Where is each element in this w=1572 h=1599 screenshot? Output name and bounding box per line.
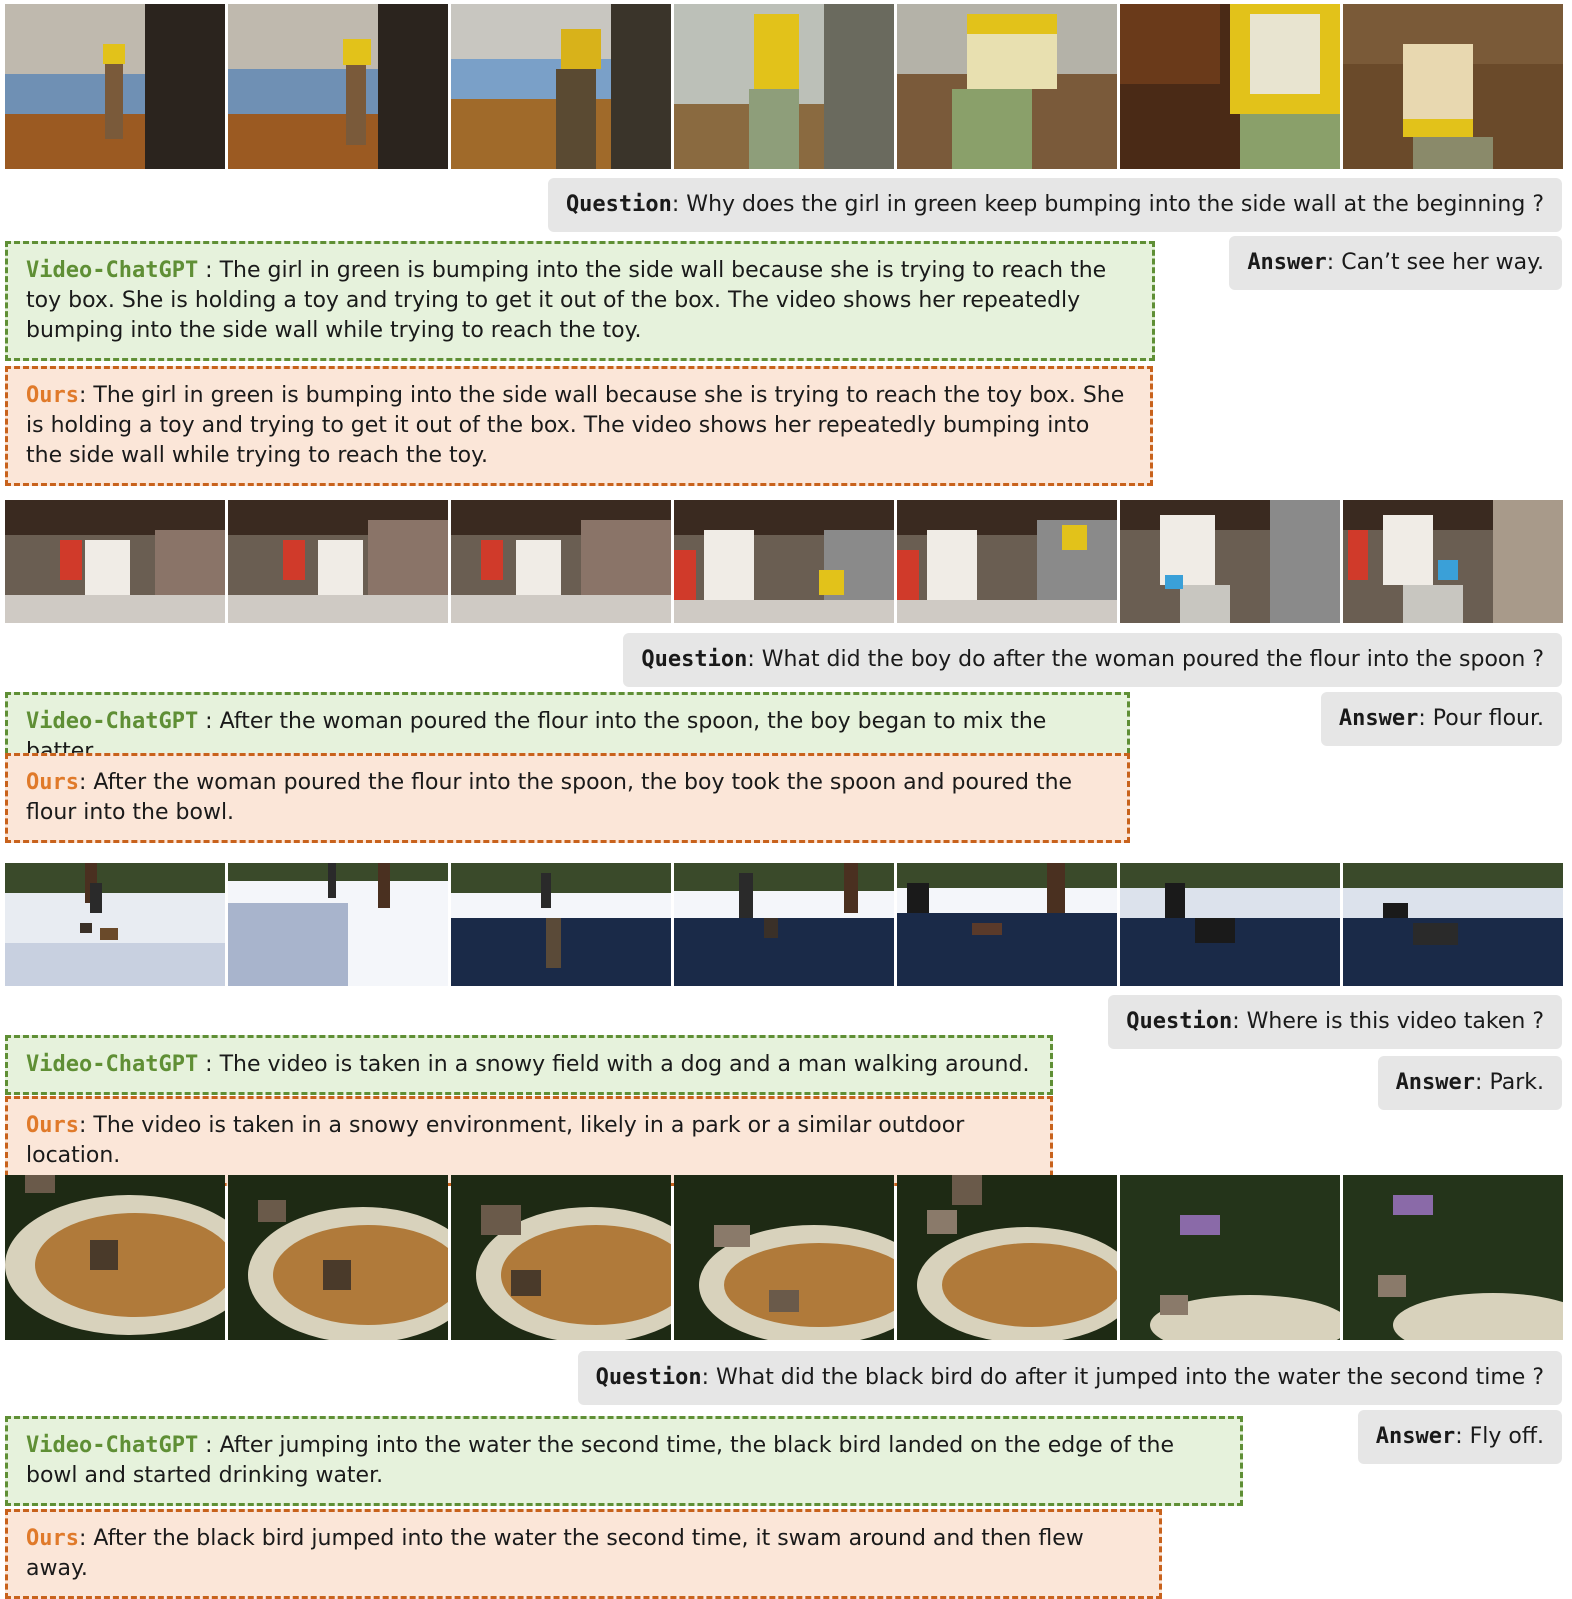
video-frame <box>228 500 448 623</box>
videochatgpt-text: : After jumping into the water the secon… <box>26 1433 1174 1488</box>
question-label: Question <box>565 192 672 217</box>
question-text: : What did the boy do after the woman po… <box>747 647 1544 672</box>
video-frame <box>1343 4 1563 169</box>
answer-label: Answer <box>1375 1424 1456 1449</box>
answer-label: Answer <box>1338 706 1419 731</box>
videochatgpt-label: Video-ChatGPT <box>26 709 199 734</box>
videochatgpt-response: Video-ChatGPT : The girl in green is bum… <box>5 241 1155 361</box>
videochatgpt-response: Video-ChatGPT : After jumping into the w… <box>5 1416 1243 1506</box>
video-frame <box>897 500 1117 623</box>
video-frame <box>674 500 894 623</box>
answer-text: : Park. <box>1475 1070 1544 1095</box>
ours-response: Ours: The video is taken in a snowy envi… <box>5 1096 1053 1186</box>
video-frame <box>451 500 671 623</box>
question-label: Question <box>595 1365 702 1390</box>
video-frame <box>451 1175 671 1340</box>
video-frame <box>5 1175 225 1340</box>
videochatgpt-label: Video-ChatGPT <box>26 1433 199 1458</box>
ours-label: Ours <box>26 1526 79 1551</box>
ours-text: : After the woman poured the flour into … <box>26 770 1073 825</box>
video-frames-3 <box>5 863 1563 986</box>
video-frame <box>674 1175 894 1340</box>
video-frame <box>228 1175 448 1340</box>
video-frame <box>1343 863 1563 986</box>
ours-response: Ours: After the woman poured the flour i… <box>5 753 1130 843</box>
video-frame <box>1120 863 1340 986</box>
video-frame <box>674 4 894 169</box>
video-frame <box>1120 4 1340 169</box>
video-frame <box>1343 500 1563 623</box>
ours-label: Ours <box>26 770 79 795</box>
question-bubble: Question: Where is this video taken ? <box>1108 995 1562 1049</box>
ours-label: Ours <box>26 1113 79 1138</box>
answer-text: : Pour flour. <box>1418 706 1544 731</box>
video-frame <box>897 863 1117 986</box>
video-frame <box>228 4 448 169</box>
ours-text: : The video is taken in a snowy environm… <box>26 1113 965 1168</box>
videochatgpt-label: Video-ChatGPT <box>26 1052 199 1077</box>
answer-bubble: Answer: Can’t see her way. <box>1229 236 1562 290</box>
question-label: Question <box>641 647 748 672</box>
answer-text: : Fly off. <box>1455 1424 1544 1449</box>
question-bubble: Question: What did the black bird do aft… <box>577 1351 1562 1405</box>
answer-text: : Can’t see her way. <box>1326 250 1544 275</box>
video-frame <box>228 863 448 986</box>
videochatgpt-label: Video-ChatGPT <box>26 258 199 283</box>
ours-response: Ours: After the black bird jumped into t… <box>5 1509 1162 1599</box>
video-frames-1 <box>5 4 1563 169</box>
video-frame <box>1343 1175 1563 1340</box>
answer-bubble: Answer: Pour flour. <box>1320 692 1562 746</box>
video-frame <box>5 500 225 623</box>
video-frame <box>451 863 671 986</box>
video-frame <box>897 1175 1117 1340</box>
video-frame <box>451 4 671 169</box>
ours-text: : The girl in green is bumping into the … <box>26 383 1125 468</box>
videochatgpt-text: : The video is taken in a snowy field wi… <box>198 1052 1030 1077</box>
video-frame <box>5 863 225 986</box>
question-text: : Why does the girl in green keep bumpin… <box>671 192 1544 217</box>
video-frame <box>1120 1175 1340 1340</box>
video-frame <box>5 4 225 169</box>
answer-bubble: Answer: Fly off. <box>1357 1410 1562 1464</box>
answer-label: Answer <box>1247 250 1327 275</box>
question-text: : Where is this video taken ? <box>1232 1009 1544 1034</box>
answer-label: Answer <box>1395 1070 1476 1095</box>
video-frame <box>674 863 894 986</box>
video-frames-2 <box>5 500 1563 623</box>
ours-response: Ours: The girl in green is bumping into … <box>5 366 1153 486</box>
question-bubble: Question: What did the boy do after the … <box>623 633 1562 687</box>
question-label: Question <box>1126 1009 1233 1034</box>
video-frame <box>1120 500 1340 623</box>
answer-bubble: Answer: Park. <box>1377 1056 1562 1110</box>
videochatgpt-response: Video-ChatGPT : The video is taken in a … <box>5 1035 1053 1095</box>
video-frame <box>897 4 1117 169</box>
question-bubble: Question: Why does the girl in green kee… <box>547 178 1562 232</box>
ours-text: : After the black bird jumped into the w… <box>26 1526 1084 1581</box>
ours-label: Ours <box>26 383 79 408</box>
question-text: : What did the black bird do after it ju… <box>701 1365 1544 1390</box>
video-frames-4 <box>5 1175 1563 1340</box>
